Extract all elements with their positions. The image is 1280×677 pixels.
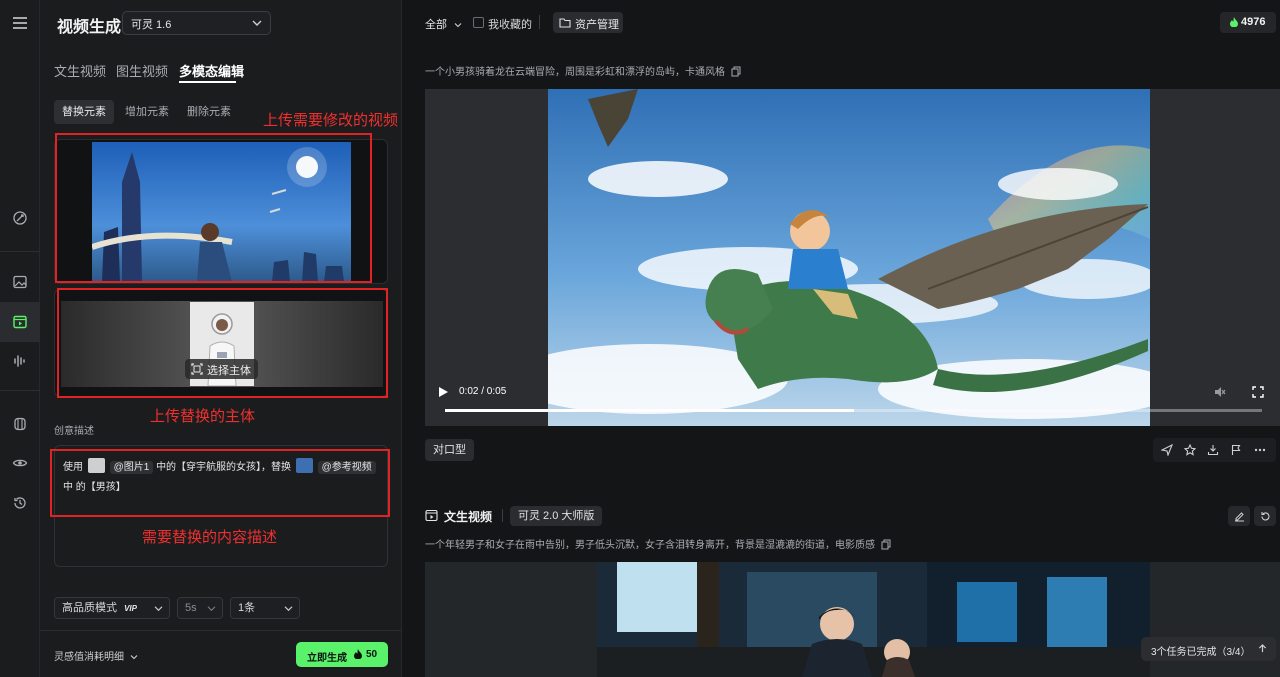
more-icon[interactable] — [1249, 439, 1271, 461]
pencil-icon — [1234, 511, 1245, 522]
cost-detail-label: 灵感值消耗明细 — [54, 652, 124, 663]
count-select[interactable]: 1条 — [230, 597, 300, 619]
sparkle-brush-icon[interactable] — [0, 198, 40, 238]
results-feed: 全部 我收藏的 资产管理 4976 一个小男孩骑着龙在云端冒险，周围是彩虹和漂浮… — [403, 0, 1280, 677]
favorites-label[interactable]: 我收藏的 — [488, 16, 532, 32]
chevron-down-icon — [284, 605, 293, 612]
item2-model-badge: 可灵 2.0 大师版 — [510, 506, 603, 526]
send-icon[interactable] — [1156, 439, 1178, 461]
rail-divider — [0, 251, 40, 252]
annotation-upload-subject: 上传替换的主体 — [150, 408, 256, 425]
folder-icon — [559, 17, 571, 28]
left-rail — [0, 0, 40, 677]
tab-image-to-video[interactable]: 图生视频 — [116, 61, 168, 80]
refresh-icon — [1260, 511, 1271, 522]
chevron-down-icon — [207, 605, 216, 612]
annotation-box-description — [50, 449, 390, 517]
asset-manage-button[interactable]: 资产管理 — [553, 12, 623, 33]
tab-text-to-video[interactable]: 文生视频 — [54, 61, 106, 80]
mute-icon[interactable] — [1214, 386, 1226, 398]
subtab-delete[interactable]: 删除元素 — [179, 100, 239, 124]
credits-badge[interactable]: 4976 — [1220, 12, 1276, 33]
generate-cost: 50 — [366, 649, 378, 660]
item2-type-title: 文生视频 — [444, 510, 493, 524]
edit-button[interactable] — [1228, 506, 1250, 526]
footer-divider — [40, 630, 402, 631]
item2-prompt: 一个年轻男子和女子在雨中告别，男子低头沉默，女子含泪转身离开，背景是湿漉漉的街道… — [425, 536, 891, 551]
eye-icon[interactable] — [0, 443, 40, 483]
count-value: 1条 — [238, 602, 256, 614]
task-status-text: 3个任务已完成（3/4） — [1151, 647, 1251, 658]
annotation-describe-replace: 需要替换的内容描述 — [142, 529, 278, 546]
copy-icon[interactable] — [881, 539, 891, 550]
model-select[interactable]: 可灵 1.6 — [122, 11, 271, 35]
annotation-upload-video: 上传需要修改的视频 — [263, 112, 399, 129]
video-icon[interactable] — [0, 302, 40, 342]
cube-icon[interactable] — [0, 404, 40, 444]
item1-video-frame — [548, 89, 1150, 426]
rail-divider — [0, 390, 40, 391]
asset-manage-label: 资产管理 — [575, 19, 619, 31]
topbar-divider — [539, 15, 540, 29]
chevron-down-icon — [454, 22, 462, 28]
subtab-replace[interactable]: 替换元素 — [54, 100, 114, 124]
quality-mode-select[interactable]: 高品质模式 VIP — [54, 597, 170, 619]
video-time: 0:02 / 0:05 — [459, 386, 507, 397]
model-select-value: 可灵 1.6 — [131, 19, 172, 31]
item2-prompt-text: 一个年轻男子和女子在雨中告别，男子低头沉默，女子含泪转身离开，背景是湿漉漉的街道… — [425, 540, 875, 551]
filter-all-label: 全部 — [425, 19, 447, 31]
history-icon[interactable] — [0, 483, 40, 523]
play-icon[interactable] — [439, 387, 448, 397]
duration-select[interactable]: 5s — [177, 597, 223, 619]
favorites-checkbox[interactable] — [473, 17, 484, 28]
video-progress-fill — [445, 409, 854, 412]
flame-icon — [1230, 17, 1238, 27]
audio-wave-icon[interactable] — [0, 341, 40, 381]
regenerate-button[interactable] — [1254, 506, 1276, 526]
subtab-add[interactable]: 增加元素 — [117, 100, 177, 124]
active-tab-underline — [179, 81, 236, 83]
flag-icon[interactable] — [1225, 439, 1247, 461]
cost-detail-link[interactable]: 灵感值消耗明细 — [54, 648, 138, 663]
chevron-down-icon — [154, 605, 163, 612]
annotation-box-video — [55, 133, 372, 283]
vip-badge: VIP — [124, 604, 137, 613]
filter-all-dropdown[interactable]: 全部 — [425, 16, 462, 32]
text-to-video-icon — [425, 509, 438, 522]
generate-label: 立即生成 — [307, 653, 347, 664]
fullscreen-icon[interactable] — [1252, 386, 1264, 398]
lip-sync-button[interactable]: 对口型 — [425, 439, 474, 461]
credits-value: 4976 — [1241, 16, 1266, 28]
download-icon[interactable] — [1202, 439, 1224, 461]
quality-mode-value: 高品质模式 — [62, 602, 117, 614]
video-progress-track[interactable] — [445, 409, 1262, 412]
menu-icon[interactable] — [0, 3, 40, 43]
item2-video-frame — [597, 562, 1150, 677]
item2-divider — [502, 509, 503, 522]
annotation-box-subject — [57, 288, 388, 398]
tab-multimodal-edit[interactable]: 多模态编辑 — [179, 61, 244, 80]
item1-prompt-text: 一个小男孩骑着龙在云端冒险，周围是彩虹和漂浮的岛屿，卡通风格 — [425, 67, 725, 78]
generate-button[interactable]: 立即生成 50 — [296, 642, 388, 667]
image-icon[interactable] — [0, 262, 40, 302]
star-icon[interactable] — [1179, 439, 1201, 461]
item1-prompt: 一个小男孩骑着龙在云端冒险，周围是彩虹和漂浮的岛屿，卡通风格 — [425, 63, 741, 78]
chevron-up-icon — [1258, 644, 1267, 653]
copy-icon[interactable] — [731, 66, 741, 77]
item1-video-player[interactable]: 0:02 / 0:05 — [425, 89, 1280, 426]
flame-icon — [354, 649, 362, 659]
generation-panel: 视频生成 可灵 1.6 文生视频 图生视频 多模态编辑 替换元素 增加元素 删除… — [40, 0, 402, 677]
chevron-down-icon — [130, 654, 138, 660]
panel-title: 视频生成 — [57, 19, 122, 36]
task-status-toast[interactable]: 3个任务已完成（3/4） — [1141, 637, 1276, 661]
chevron-down-icon — [252, 19, 262, 27]
creative-label: 创意描述 — [54, 426, 94, 437]
duration-value: 5s — [185, 602, 197, 614]
